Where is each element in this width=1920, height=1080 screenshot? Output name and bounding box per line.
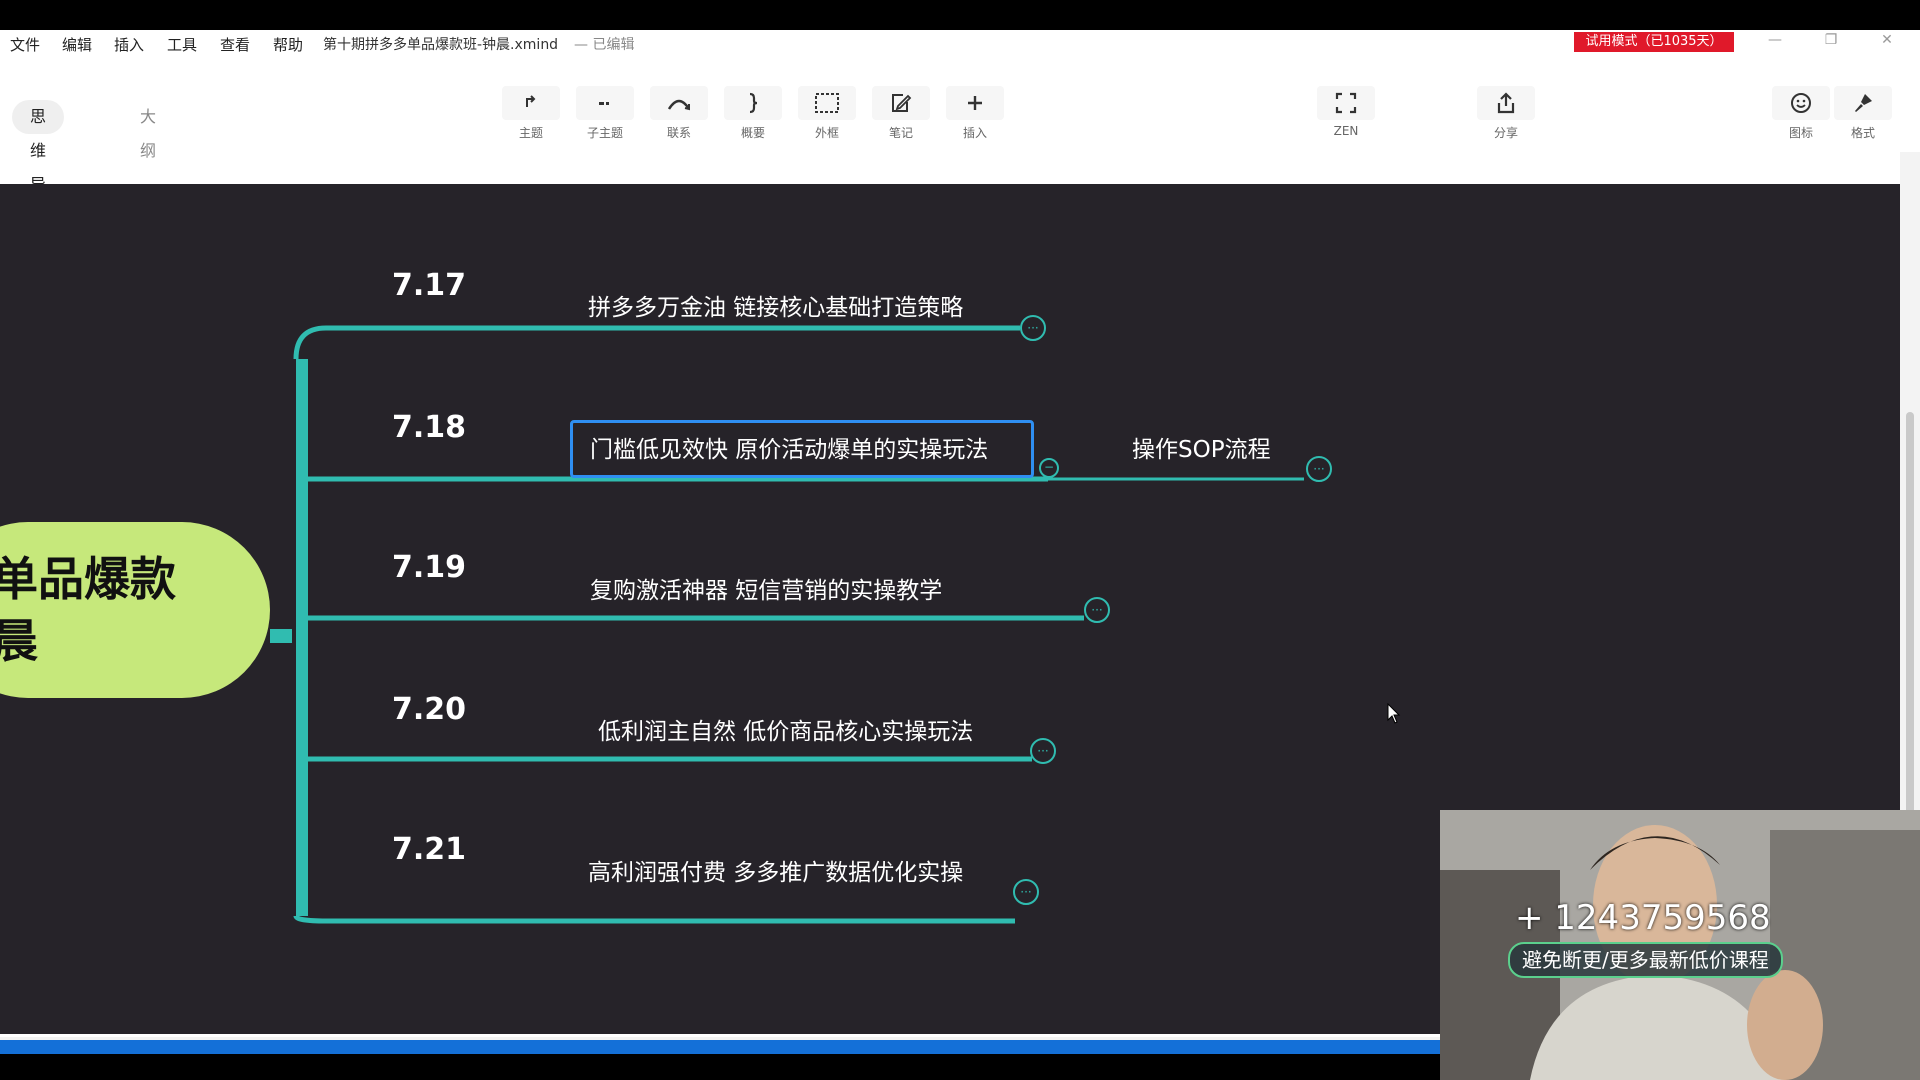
topic-7-21[interactable]: 高利润强付费 多多推广数据优化实操 [588,853,963,887]
relation-label: 联系 [666,126,691,140]
date-7-21[interactable]: 7.21 [392,832,466,867]
share-label: 分享 [1493,126,1518,140]
date-7-17[interactable]: 7.17 [392,268,466,303]
collapse-button[interactable]: ··· [1020,315,1046,341]
icon-panel-label: 图标 [1788,126,1813,140]
collapse-button[interactable]: ··· [1013,879,1039,905]
summary-label: 概要 [740,126,765,140]
relation-button[interactable]: 联系 [648,86,710,141]
menu-help[interactable]: 帮助 [273,34,303,55]
boundary-label: 外框 [814,126,839,140]
close-button[interactable]: ✕ [1872,32,1902,52]
topic-7-19[interactable]: 复购激活神器 短信营销的实操教学 [590,571,942,605]
note-button[interactable]: 笔记 [870,86,932,141]
contact-watermark: + 1243759568 [1515,898,1771,938]
topic-7-18[interactable]: 门槛低见效快 原价活动爆单的实操玩法 [590,430,988,464]
taskbar-strip [0,1040,1440,1054]
menu-tools[interactable]: 工具 [167,34,197,55]
menu-file[interactable]: 文件 [10,34,40,55]
promo-watermark: 避免断更/更多最新低价课程 [1508,942,1783,978]
subtopic-icon [576,86,634,120]
zen-button[interactable]: ZEN [1315,86,1377,138]
zen-label: ZEN [1333,124,1359,138]
mouse-cursor-icon [1387,703,1401,724]
date-7-19[interactable]: 7.19 [392,550,466,585]
document-title: 第十期拼多多单品爆款班-钟晨.xmind [323,37,559,53]
note-label: 笔记 [888,126,913,140]
share-button[interactable]: 分享 [1475,86,1537,141]
menu-bar: 文件 编辑 插入 工具 查看 帮助 第十期拼多多单品爆款班-钟晨.xmind —… [0,30,1920,56]
summary-brace-icon [724,86,782,120]
format-panel-button[interactable]: 格式 [1832,86,1894,141]
tab-mindmap[interactable]: 思维导图 [12,100,65,228]
fullscreen-icon [1317,86,1375,120]
insert-button[interactable]: 插入 [944,86,1006,141]
topic-button[interactable]: 主题 [500,86,562,141]
share-icon [1477,86,1535,120]
menu-view[interactable]: 查看 [220,34,250,55]
subtopic-sop-process[interactable]: 操作SOP流程 [1132,430,1271,464]
root-topic-text: 单品爆款 晨 [0,552,176,668]
subtopic-label: 子主题 [586,126,623,140]
collapse-button[interactable]: ··· [1030,738,1056,764]
smiley-icon [1772,86,1830,120]
boundary-button[interactable]: 外框 [796,86,858,141]
date-7-20[interactable]: 7.20 [392,692,466,727]
menu-insert[interactable]: 插入 [114,34,144,55]
format-panel-label: 格式 [1850,126,1875,140]
boundary-icon [798,86,856,120]
collapse-button[interactable]: ··· [1306,456,1332,482]
topic-7-20[interactable]: 低利润主自然 低价商品核心实操玩法 [598,712,973,746]
topic-label: 主题 [518,126,543,140]
menu-edit[interactable]: 编辑 [62,34,92,55]
collapse-button[interactable]: ··· [1084,597,1110,623]
minimize-button[interactable]: — [1760,32,1790,52]
note-pencil-icon [872,86,930,120]
relation-icon [650,86,708,120]
topic-7-17[interactable]: 拼多多万金油 链接核心基础打造策略 [588,288,963,322]
summary-button[interactable]: 概要 [722,86,784,141]
restore-button[interactable]: ❐ [1816,32,1846,52]
icon-panel-button[interactable]: 图标 [1770,86,1832,141]
expand-button[interactable]: − [1039,458,1059,478]
recording-top-black-bar [0,0,1920,30]
trial-mode-badge[interactable]: 试用模式（已1035天） [1574,32,1734,52]
plus-icon [946,86,1004,120]
tab-outline[interactable]: 大纲 [122,100,174,160]
subtopic-button[interactable]: 子主题 [574,86,636,141]
document-status: — 已编辑 [574,37,635,53]
toolbar: 思维导图 大纲 主题 子主题 联系 概要 [0,56,1920,228]
format-brush-icon [1834,86,1892,120]
insert-label: 插入 [962,126,987,140]
date-7-18[interactable]: 7.18 [392,410,466,445]
topic-icon [502,86,560,120]
